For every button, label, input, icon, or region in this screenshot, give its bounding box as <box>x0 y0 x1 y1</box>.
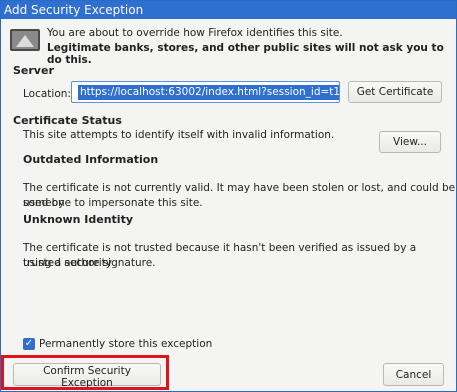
location-label: Location: <box>23 88 71 100</box>
location-value: https://localhost:63002/index.html?sessi… <box>78 85 339 100</box>
view-button[interactable]: View... <box>379 131 441 153</box>
checkmark-icon: ✓ <box>24 338 34 349</box>
unknown-title: Unknown Identity <box>23 213 134 226</box>
highlight-box <box>1 355 169 390</box>
window-title: Add Security Exception <box>1 1 456 19</box>
status-summary: This site attempts to identify itself wi… <box>23 129 335 141</box>
permanent-label: Permanently store this exception <box>39 338 213 350</box>
outdated-title: Outdated Information <box>23 153 159 166</box>
intro-warning: Legitimate banks, stores, and other publ… <box>47 42 444 66</box>
warning-icon <box>10 29 40 51</box>
security-exception-dialog: Add Security Exception You are about to … <box>0 0 457 392</box>
server-heading: Server <box>13 64 54 77</box>
get-certificate-button[interactable]: Get Certificate <box>348 81 442 103</box>
unknown-text-2: using a secure signature. <box>23 257 156 269</box>
cancel-button[interactable]: Cancel <box>383 363 444 386</box>
permanent-checkbox[interactable]: ✓ <box>23 338 35 350</box>
location-input[interactable]: https://localhost:63002/index.html?sessi… <box>71 81 340 103</box>
certificate-status-heading: Certificate Status <box>13 114 122 127</box>
intro-message: You are about to override how Firefox id… <box>47 27 343 39</box>
outdated-text-2: someone to impersonate this site. <box>23 197 203 209</box>
